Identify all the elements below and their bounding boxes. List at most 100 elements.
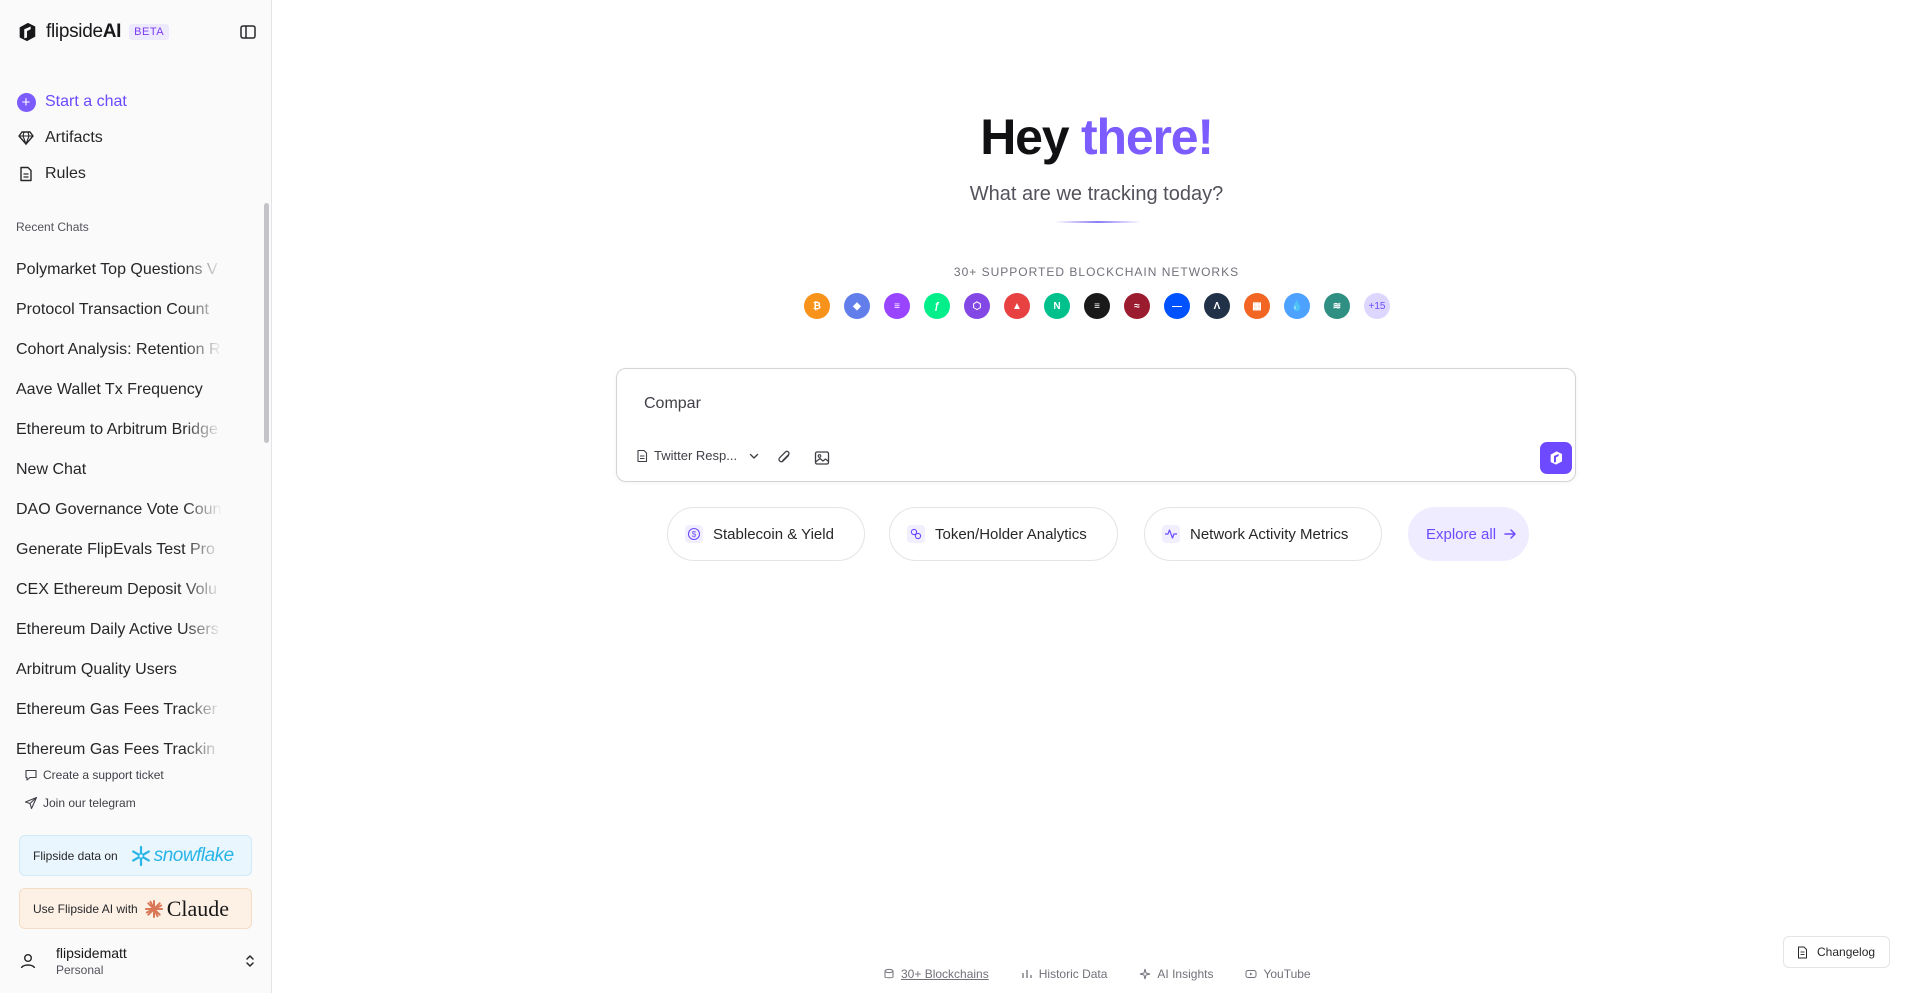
list-item[interactable]: Polymarket Top Questions V xyxy=(16,250,222,290)
chat-title: Protocol Transaction Count xyxy=(16,301,209,318)
kaia-icon: ≋ xyxy=(1324,293,1350,319)
footer-links: 30+ Blockchains Historic Data AI Insight… xyxy=(883,967,1343,981)
explore-all-button[interactable]: Explore all xyxy=(1408,507,1529,561)
ethereum-icon: ◆ xyxy=(844,293,870,319)
greeting-accent-text: there! xyxy=(1081,109,1214,165)
list-item[interactable]: Ethereum Daily Active Users xyxy=(16,610,222,650)
flipside-logo-icon xyxy=(19,22,36,42)
footer-link-youtube[interactable]: YouTube xyxy=(1245,967,1311,981)
chat-title: Aave Wallet Tx Frequency xyxy=(16,381,203,398)
user-menu[interactable]: flipsidematt Personal xyxy=(16,941,258,981)
chat-title: New Chat xyxy=(16,461,87,478)
artifacts-label: Artifacts xyxy=(45,129,103,146)
sidebar-item-rules[interactable]: Rules xyxy=(16,156,256,192)
logo[interactable]: flipsideAI BETA xyxy=(16,19,170,45)
sparkle-icon xyxy=(1140,968,1151,980)
list-item[interactable]: Cohort Analysis: Retention R xyxy=(16,330,222,370)
snowflake-icon xyxy=(131,845,150,866)
claude-logo: Claude xyxy=(144,896,229,922)
send-icon xyxy=(24,796,38,810)
paperclip-icon[interactable] xyxy=(776,449,794,467)
list-item[interactable]: New Chat xyxy=(16,450,222,490)
list-item[interactable]: Aave Wallet Tx Frequency xyxy=(16,370,222,410)
sidebar-scrollbar[interactable] xyxy=(264,203,269,443)
svg-text:$: $ xyxy=(692,530,697,539)
footer-link-historic-data[interactable]: Historic Data xyxy=(1021,967,1107,981)
snowflake-promo-label: Flipside data on xyxy=(33,848,118,863)
activity-icon xyxy=(1162,525,1180,543)
list-item[interactable]: CEX Ethereum Deposit Volu xyxy=(16,570,222,610)
user-name: flipsidematt xyxy=(56,945,127,961)
footer-link-label: YouTube xyxy=(1263,967,1311,981)
page-subtitle: What are we tracking today? xyxy=(969,183,1224,205)
message-icon xyxy=(25,769,37,781)
more-chains-badge: +15 xyxy=(1364,293,1390,319)
brand-name: flipsideAI xyxy=(46,21,122,42)
explore-all-label: Explore all xyxy=(1426,525,1497,543)
footer-link-ai-insights[interactable]: AI Insights xyxy=(1139,967,1213,981)
base-icon: — xyxy=(1164,293,1190,319)
start-chat-label: Start a chat xyxy=(45,93,127,110)
flow-icon: ƒ xyxy=(924,293,950,319)
rules-label: Rules xyxy=(45,165,86,182)
footer-link-label: 30+ Blockchains xyxy=(901,967,989,981)
suggestion-stablecoin-yield[interactable]: $ Stablecoin & Yield xyxy=(667,507,865,561)
list-item[interactable]: Ethereum to Arbitrum Bridge xyxy=(16,410,222,450)
claude-spark-icon xyxy=(144,899,163,918)
list-item[interactable]: Generate FlipEvals Test Pro xyxy=(16,530,222,570)
list-item[interactable]: Ethereum Gas Fees Trackin xyxy=(16,730,222,755)
solana-icon: ≡ xyxy=(884,293,910,319)
list-item[interactable]: Protocol Transaction Count xyxy=(16,290,222,330)
start-chat-button[interactable]: + Start a chat xyxy=(16,84,256,120)
main-content: Hey there! What are we tracking today? 3… xyxy=(273,0,1920,993)
chat-title: Polymarket Top Questions V xyxy=(16,261,218,278)
image-icon[interactable] xyxy=(813,449,831,467)
chat-composer: Twitter Resp... xyxy=(616,368,1576,482)
telegram-label: Join our telegram xyxy=(43,796,136,810)
suggestion-token-holder-analytics[interactable]: Token/Holder Analytics xyxy=(889,507,1118,561)
chat-title: Ethereum Gas Fees Tracker xyxy=(16,701,217,718)
claude-promo[interactable]: Use Flipside AI with Claude xyxy=(19,888,252,929)
sidebar-item-artifacts[interactable]: Artifacts xyxy=(16,120,256,156)
footer-link-blockchains[interactable]: 30+ Blockchains xyxy=(883,967,989,981)
networks-heading: 30+ SUPPORTED BLOCKCHAIN NETWORKS xyxy=(953,265,1240,279)
divider xyxy=(1055,221,1141,223)
chat-title: DAO Governance Vote Coun xyxy=(16,501,222,518)
support-ticket-link[interactable]: Create a support ticket xyxy=(24,768,164,782)
chat-input[interactable] xyxy=(644,395,1524,413)
mantle-icon: ▦ xyxy=(1244,293,1270,319)
link-icon xyxy=(907,525,925,543)
bar-chart-icon xyxy=(1022,970,1032,978)
chevron-down-icon xyxy=(749,453,759,459)
footer-link-label: AI Insights xyxy=(1157,967,1214,981)
database-icon xyxy=(884,968,894,979)
recent-chats-heading: Recent Chats xyxy=(16,220,89,234)
snowflake-promo[interactable]: Flipside data on snowflake xyxy=(19,835,252,876)
changelog-button[interactable]: Changelog xyxy=(1783,936,1890,968)
suggestion-label: Token/Holder Analytics xyxy=(935,525,1087,543)
claude-promo-label: Use Flipside AI with xyxy=(33,901,138,916)
chat-title: Cohort Analysis: Retention R xyxy=(16,341,221,358)
template-select[interactable]: Twitter Resp... xyxy=(635,448,761,463)
suggestion-network-activity[interactable]: Network Activity Metrics xyxy=(1144,507,1382,561)
polygon-icon: ⬡ xyxy=(964,293,990,319)
document-icon xyxy=(637,449,648,462)
list-item[interactable]: DAO Governance Vote Coun xyxy=(16,490,222,530)
chat-title: Ethereum Daily Active Users xyxy=(16,621,219,638)
flipside-logo-icon xyxy=(1550,451,1562,465)
claude-word: Claude xyxy=(166,895,230,921)
arrow-right-icon xyxy=(1504,529,1516,539)
youtube-icon xyxy=(1245,970,1257,978)
send-button[interactable] xyxy=(1540,442,1572,474)
telegram-link[interactable]: Join our telegram xyxy=(24,796,136,810)
gem-icon xyxy=(16,128,36,148)
chat-title: CEX Ethereum Deposit Volu xyxy=(16,581,217,598)
list-item[interactable]: Arbitrum Quality Users xyxy=(16,650,222,690)
list-item[interactable]: Ethereum Gas Fees Tracker xyxy=(16,690,222,730)
chat-title: Ethereum Gas Fees Trackin xyxy=(16,741,216,755)
page-title: Hey there! xyxy=(273,108,1920,166)
greeting-text: Hey xyxy=(980,109,1069,165)
sei-icon: ≈ xyxy=(1124,293,1150,319)
sidebar-toggle-icon[interactable] xyxy=(238,22,258,42)
plus-icon: + xyxy=(16,92,36,112)
